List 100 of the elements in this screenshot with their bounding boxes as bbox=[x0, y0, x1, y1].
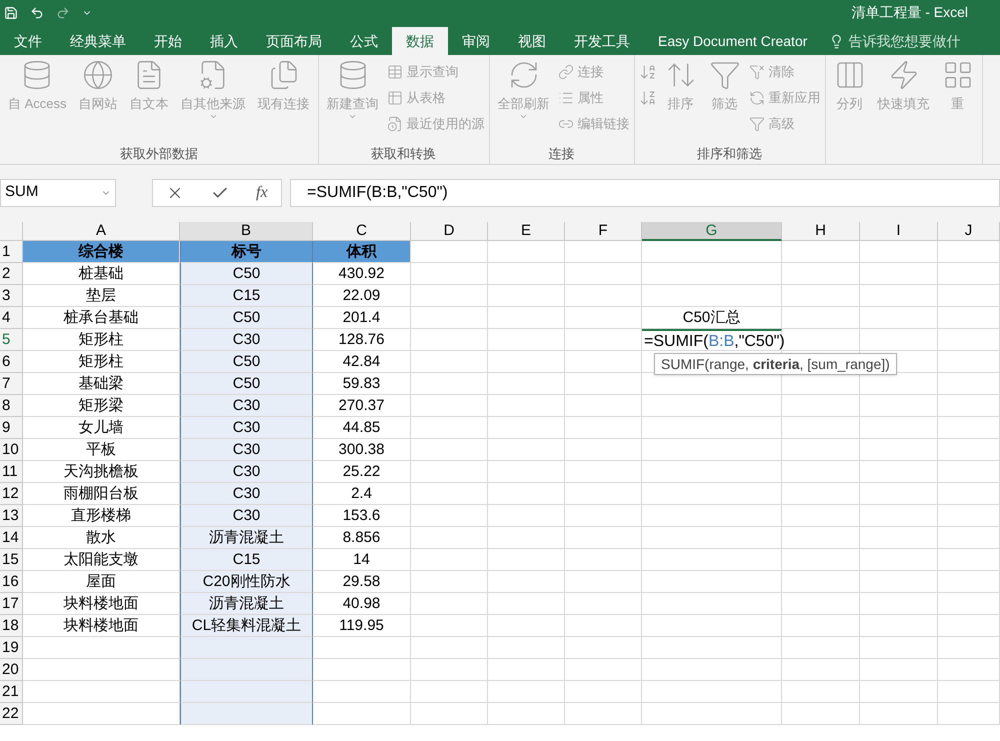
document-clock-icon bbox=[386, 116, 403, 132]
table-cell: C50 bbox=[180, 307, 313, 329]
table-cell bbox=[938, 615, 1000, 637]
funnel-icon bbox=[748, 116, 765, 132]
group-label: 排序和筛选 bbox=[696, 145, 764, 163]
row-header[interactable]: 12 bbox=[0, 483, 23, 505]
table-cell: 40.98 bbox=[313, 593, 411, 615]
name-box[interactable]: SUM bbox=[0, 178, 116, 206]
save-icon[interactable] bbox=[4, 6, 18, 20]
row-header[interactable]: 10 bbox=[0, 439, 23, 461]
table-cell: C30 bbox=[180, 461, 313, 483]
row-header[interactable]: 3 bbox=[0, 285, 23, 307]
table-cell bbox=[938, 373, 1000, 395]
table-cell: C50 bbox=[180, 263, 313, 285]
column-header[interactable]: J bbox=[938, 222, 1000, 241]
tell-me-field[interactable]: 告诉我您想要做什 bbox=[829, 27, 960, 55]
ribbon-tab[interactable]: 视图 bbox=[504, 27, 560, 55]
sort-ascending-icon bbox=[638, 63, 657, 81]
insert-function-button[interactable]: fx bbox=[256, 180, 268, 204]
row-header[interactable]: 6 bbox=[0, 351, 23, 373]
column-header[interactable]: G bbox=[642, 222, 782, 241]
column-header[interactable]: I bbox=[860, 222, 938, 241]
cell-editor[interactable]: =SUMIF(B:B,"C50") bbox=[644, 331, 785, 352]
row-header[interactable]: 21 bbox=[0, 681, 23, 703]
table-cell: C30 bbox=[180, 417, 313, 439]
table-cell: CL轻集料混凝土 bbox=[180, 615, 313, 637]
table-cell bbox=[938, 395, 1000, 417]
table-icon bbox=[386, 64, 403, 80]
ribbon-tab[interactable]: 数据 bbox=[392, 27, 448, 55]
column-header[interactable]: B bbox=[180, 222, 313, 241]
table-cell: 42.84 bbox=[313, 351, 411, 373]
row-header[interactable]: 5 bbox=[0, 329, 23, 351]
row-header[interactable]: 13 bbox=[0, 505, 23, 527]
formula-field[interactable]: =SUMIF(B:B,"C50") bbox=[290, 178, 1000, 206]
row-header[interactable]: 8 bbox=[0, 395, 23, 417]
table-cell bbox=[938, 549, 1000, 571]
row-header[interactable]: 18 bbox=[0, 615, 23, 637]
table-cell bbox=[938, 285, 1000, 307]
table-cell: C30 bbox=[180, 505, 313, 527]
table-cell: 59.83 bbox=[313, 373, 411, 395]
table-cell: C20刚性防水 bbox=[180, 571, 313, 593]
row-header[interactable]: 19 bbox=[0, 637, 23, 659]
table-cell bbox=[938, 527, 1000, 549]
tell-me-placeholder: 告诉我您想要做什 bbox=[848, 32, 960, 50]
table-cell: 128.76 bbox=[313, 329, 411, 351]
table-cell: 22.09 bbox=[313, 285, 411, 307]
table-cell: 270.37 bbox=[313, 395, 411, 417]
table-cell: C30 bbox=[180, 439, 313, 461]
row-header[interactable]: 17 bbox=[0, 593, 23, 615]
table-cell: 29.58 bbox=[313, 571, 411, 593]
column-header[interactable]: D bbox=[411, 222, 488, 241]
row-header[interactable]: 11 bbox=[0, 461, 23, 483]
table-cell bbox=[938, 461, 1000, 483]
table-cell: C15 bbox=[180, 549, 313, 571]
table-cell bbox=[938, 241, 1000, 263]
globe-icon bbox=[82, 59, 114, 91]
ribbon-tab[interactable]: 审阅 bbox=[448, 27, 504, 55]
refresh-icon bbox=[748, 90, 765, 106]
function-tooltip: SUMIF(range, criteria, [sum_range]) bbox=[654, 353, 897, 375]
ribbon-tab[interactable]: 文件 bbox=[0, 27, 56, 55]
row-header[interactable]: 16 bbox=[0, 571, 23, 593]
filter-clear-icon bbox=[748, 64, 765, 80]
ribbon-tab[interactable]: 页面布局 bbox=[252, 27, 336, 55]
ribbon-tab[interactable]: 开始 bbox=[140, 27, 196, 55]
table-cell: 300.38 bbox=[313, 439, 411, 461]
table-cell bbox=[938, 263, 1000, 285]
sort-descending-icon bbox=[638, 89, 657, 107]
row-header[interactable]: 20 bbox=[0, 659, 23, 681]
link-icon bbox=[558, 64, 574, 80]
ribbon-tab[interactable]: 开发工具 bbox=[560, 27, 644, 55]
column-header[interactable]: E bbox=[488, 222, 565, 241]
table-cell: 2.4 bbox=[313, 483, 411, 505]
table-cell: 44.85 bbox=[313, 417, 411, 439]
table-cell: 8.856 bbox=[313, 527, 411, 549]
window-title: 清单工程量 - Excel bbox=[851, 3, 968, 22]
undo-icon[interactable] bbox=[30, 6, 44, 20]
table-icon bbox=[386, 90, 403, 106]
table-cell bbox=[938, 681, 1000, 703]
row-header[interactable]: 22 bbox=[0, 703, 23, 725]
row-header[interactable]: 4 bbox=[0, 307, 23, 329]
row-header[interactable]: 2 bbox=[0, 263, 23, 285]
table-cell bbox=[938, 439, 1000, 461]
row-header[interactable]: 14 bbox=[0, 527, 23, 549]
column-header[interactable]: H bbox=[782, 222, 860, 241]
ribbon-tab[interactable]: 经典菜单 bbox=[56, 27, 140, 55]
table-cell bbox=[938, 593, 1000, 615]
row-header[interactable]: 15 bbox=[0, 549, 23, 571]
table-cell bbox=[938, 703, 1000, 725]
row-header[interactable]: 1 bbox=[0, 241, 23, 263]
group-label: 获取外部数据 bbox=[118, 145, 199, 163]
ribbon-tab[interactable]: 公式 bbox=[336, 27, 392, 55]
table-cell bbox=[938, 307, 1000, 329]
table-cell bbox=[938, 659, 1000, 681]
table-cell bbox=[938, 351, 1000, 373]
ribbon-tab[interactable]: Easy Document Creator bbox=[644, 27, 822, 55]
row-header[interactable]: 9 bbox=[0, 417, 23, 439]
header-cell: 综合楼 bbox=[23, 241, 180, 263]
ribbon-tab[interactable]: 插入 bbox=[196, 27, 252, 55]
row-header[interactable]: 7 bbox=[0, 373, 23, 395]
header-cell: 体积 bbox=[313, 241, 411, 263]
